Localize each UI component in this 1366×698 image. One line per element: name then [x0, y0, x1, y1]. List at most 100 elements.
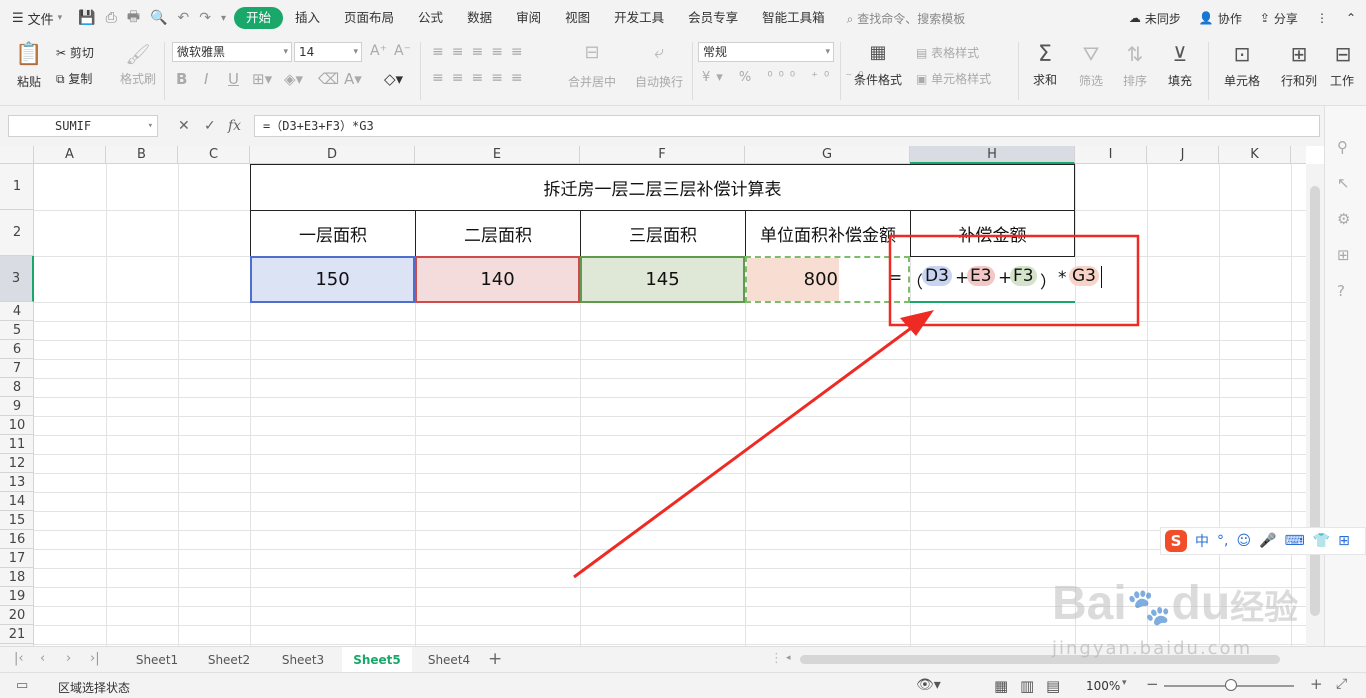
number-format-select[interactable]: 常规 ▾	[698, 42, 834, 62]
macro-record-icon[interactable]: ▭	[16, 678, 28, 693]
sheet-tab-sheet4[interactable]: Sheet4	[414, 647, 484, 673]
zoom-slider-handle[interactable]	[1225, 679, 1237, 691]
tab-review[interactable]: 审阅	[504, 7, 553, 29]
font-color-icon[interactable]: A▾	[344, 70, 362, 88]
decrease-font-icon[interactable]: A⁻	[394, 43, 411, 59]
worksheet-button[interactable]: ⊟ 工作	[1330, 42, 1356, 89]
sheet-tab-sheet1[interactable]: Sheet1	[122, 647, 192, 673]
export-icon[interactable]: ⎙	[106, 10, 117, 26]
fill-button[interactable]: ⊻ 填充	[1162, 42, 1198, 89]
emoji-icon[interactable]: ☺	[1236, 533, 1251, 549]
normal-view-icon[interactable]: ▦	[994, 677, 1008, 695]
eye-protection-icon[interactable]: 👁▾	[916, 677, 941, 693]
page-layout-view-icon[interactable]: ▥	[1020, 677, 1034, 695]
name-box[interactable]: SUMIF ▾	[8, 115, 158, 137]
save-icon[interactable]: 💾	[78, 10, 95, 26]
add-sheet-icon[interactable]: +	[488, 649, 502, 669]
sync-status[interactable]: ☁ 未同步	[1129, 10, 1181, 27]
share-button[interactable]: ⇪ 分享	[1260, 10, 1298, 27]
sheet-tab-sheet3[interactable]: Sheet3	[268, 647, 338, 673]
filter-button[interactable]: ⛛ 筛选	[1074, 42, 1108, 89]
zoom-level[interactable]: 100%	[1086, 679, 1120, 693]
cancel-icon[interactable]: ✕	[178, 118, 190, 134]
horizontal-align-icons[interactable]: ≡≡≡≡≡	[432, 70, 531, 86]
sheet-tab-sheet2[interactable]: Sheet2	[194, 647, 264, 673]
tab-member[interactable]: 会员专享	[676, 7, 750, 29]
redo-icon[interactable]: ↷	[199, 10, 211, 26]
more-options-icon[interactable]: ⋮	[1316, 11, 1328, 25]
microphone-icon[interactable]: 🎤	[1259, 533, 1276, 549]
settings-slider-icon[interactable]: ⚙	[1337, 210, 1350, 228]
prev-sheet-icon[interactable]: ‹	[40, 651, 45, 666]
tab-page-layout[interactable]: 页面布局	[332, 7, 406, 29]
horizontal-scroll-thumb[interactable]	[800, 655, 1280, 664]
font-name-select[interactable]: 微软雅黑 ▾	[172, 42, 292, 62]
font-size-select[interactable]: 14 ▾	[294, 42, 362, 62]
command-search[interactable]: ⌕ 查找命令、搜索模板	[847, 10, 966, 27]
punctuation-icon[interactable]: °,	[1217, 533, 1228, 549]
cell-style-button[interactable]: ▣ 单元格样式	[916, 70, 991, 87]
zoom-out-icon[interactable]: −	[1146, 675, 1159, 693]
underline-icon[interactable]: U	[228, 70, 239, 88]
next-sheet-icon[interactable]: ›	[66, 651, 71, 666]
tab-smart-toolbox[interactable]: 智能工具箱	[750, 7, 837, 29]
format-painter-button[interactable]: 🖌 格式刷	[118, 42, 158, 87]
tab-view[interactable]: 视图	[553, 7, 602, 29]
keyboard-icon[interactable]: ⌨	[1285, 533, 1305, 549]
more-tabs-icon[interactable]: ⋮	[770, 651, 783, 666]
file-menu[interactable]: ☰ 文件 ▾	[0, 9, 70, 28]
cursor-icon[interactable]: ↖	[1337, 174, 1350, 192]
skin-icon[interactable]: 👕	[1313, 533, 1330, 549]
help-icon[interactable]: ?	[1337, 282, 1345, 300]
sum-button[interactable]: Σ 求和	[1028, 42, 1062, 88]
cells-button[interactable]: ⊡ 单元格	[1218, 42, 1266, 89]
sort-button[interactable]: ⇅ 排序	[1118, 42, 1152, 89]
collapse-ribbon-icon[interactable]: ⌃	[1346, 11, 1356, 25]
formula-input[interactable]: =（D3+E3+F3）*G3	[254, 115, 1320, 137]
undo-icon[interactable]: ↶	[178, 10, 190, 26]
page-break-view-icon[interactable]: ▤	[1046, 677, 1060, 695]
last-sheet-icon[interactable]: ›|	[90, 651, 100, 666]
rows-cols-button[interactable]: ⊞ 行和列	[1274, 42, 1324, 89]
bold-icon[interactable]: B	[176, 70, 187, 88]
preview-icon[interactable]: 🔍	[150, 10, 167, 26]
merge-center-button[interactable]: ⊟ 合并居中	[562, 42, 622, 90]
ime-lang-toggle[interactable]: 中	[1195, 531, 1209, 551]
clear-icon[interactable]: ⌫	[318, 70, 339, 88]
collab-button[interactable]: 👤 协作	[1199, 10, 1242, 27]
number-format-icons[interactable]: ¥▾ % ⁰⁰⁰ ⁺⁰ ⁻⁰	[702, 70, 869, 85]
pin-icon[interactable]: ⚲	[1337, 138, 1348, 156]
fullscreen-icon[interactable]: ⤢	[1336, 676, 1347, 692]
sheet-tab-sheet5[interactable]: Sheet5	[342, 647, 412, 673]
print-icon[interactable]: 🖶	[127, 6, 140, 30]
increase-font-icon[interactable]: A⁺	[370, 43, 387, 59]
more-chevron-icon[interactable]: ▾	[221, 13, 226, 24]
zoom-in-icon[interactable]: +	[1310, 675, 1323, 693]
tab-home[interactable]: 开始	[234, 7, 284, 29]
paste-button[interactable]: 📋 粘贴	[12, 42, 46, 90]
layout-icon[interactable]: ⊞	[1337, 246, 1350, 264]
toolbox-icon[interactable]: ⊞	[1338, 533, 1350, 549]
tab-formulas[interactable]: 公式	[406, 7, 455, 29]
first-sheet-icon[interactable]: |‹	[14, 651, 24, 666]
table-style-button[interactable]: ▤ 表格样式	[916, 44, 979, 61]
sogou-logo-icon[interactable]: S	[1165, 530, 1187, 552]
tab-data[interactable]: 数据	[455, 7, 504, 29]
conditional-format-button[interactable]: ▦ 条件格式	[848, 42, 908, 88]
cut-button[interactable]: ✂ 剪切	[56, 44, 94, 61]
border-icon[interactable]: ⊞▾	[252, 70, 272, 88]
vertical-align-icons[interactable]: ≡≡≡≡≡	[432, 44, 531, 60]
hscroll-left-icon[interactable]: ◂	[786, 653, 791, 663]
vertical-scrollbar[interactable]	[1306, 164, 1324, 646]
wrap-text-button[interactable]: ⤶ 自动换行	[630, 42, 688, 90]
fill-color-icon[interactable]: ◈▾	[284, 70, 303, 88]
insert-function-icon[interactable]: fx	[228, 118, 241, 134]
copy-button[interactable]: ⧉ 复制	[56, 70, 92, 87]
filter-label: 筛选	[1078, 74, 1103, 88]
confirm-icon[interactable]: ✓	[204, 118, 216, 134]
zoom-chevron-icon[interactable]: ▾	[1122, 678, 1127, 688]
tab-developer[interactable]: 开发工具	[602, 7, 676, 29]
italic-icon[interactable]: I	[204, 70, 208, 88]
eraser-icon[interactable]: ◇▾	[384, 70, 403, 88]
tab-insert[interactable]: 插入	[283, 7, 332, 29]
